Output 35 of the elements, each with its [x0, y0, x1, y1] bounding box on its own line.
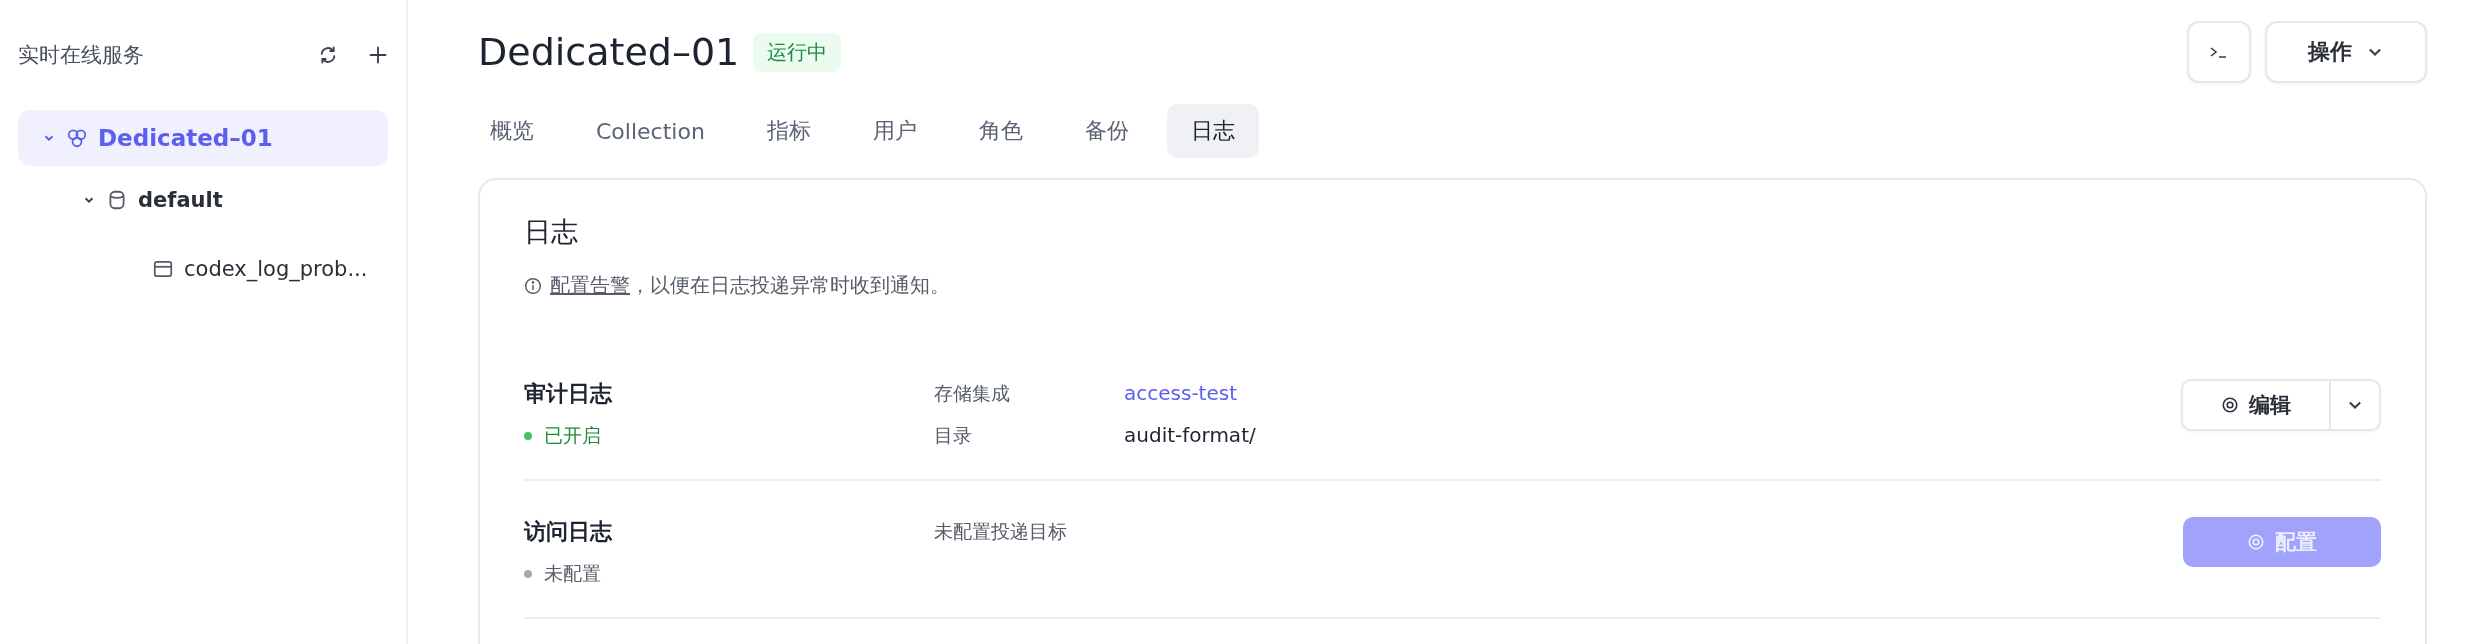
cluster-icon [66, 127, 88, 149]
info-icon [524, 276, 542, 295]
log-name: 审计日志 [524, 380, 613, 408]
tab[interactable]: 备份 [1060, 104, 1153, 158]
tab[interactable]: Collection [572, 104, 729, 158]
tab[interactable]: 概览 [466, 104, 558, 158]
notice-text: 配置告警，以便在日志投递异常时收到通知。 [550, 272, 950, 299]
add-icon[interactable] [368, 45, 388, 65]
target-icon [2221, 396, 2239, 414]
tab[interactable]: 日志 [1166, 104, 1259, 158]
target-icon [2247, 533, 2265, 551]
sidebar-title: 实时在线服务 [18, 42, 145, 69]
status-badge: 运行中 [753, 32, 842, 72]
tree-item[interactable]: Dedicated–01 [18, 110, 388, 166]
log-note: 未配置投递目标 [934, 519, 1068, 544]
status-text: 未配置 [544, 561, 601, 586]
tree-item[interactable]: default [18, 172, 388, 228]
tab[interactable]: 用户 [848, 104, 941, 158]
field-value: audit-format/ [1124, 423, 1256, 449]
section-title: 日志 [524, 215, 579, 249]
tree-item[interactable]: codex_log_prob... [18, 234, 388, 304]
refresh-icon[interactable] [318, 45, 338, 65]
field-link[interactable]: access-test [1124, 381, 1238, 407]
log-name: 访问日志 [524, 518, 613, 546]
field-label: 存储集成 [934, 381, 1011, 406]
edit-button[interactable]: 编辑 [2183, 381, 2331, 429]
field-label: 目录 [934, 423, 973, 448]
status-text: 已开启 [544, 423, 601, 448]
actions-dropdown[interactable]: 操作 [2265, 21, 2427, 83]
tab[interactable]: 指标 [742, 104, 835, 158]
page-title: Dedicated–01 [478, 30, 740, 74]
alert-settings-link[interactable]: 配置告警 [550, 273, 630, 297]
tab[interactable]: 角色 [954, 104, 1047, 158]
table-icon [152, 258, 174, 280]
terminal-icon [2209, 45, 2229, 59]
